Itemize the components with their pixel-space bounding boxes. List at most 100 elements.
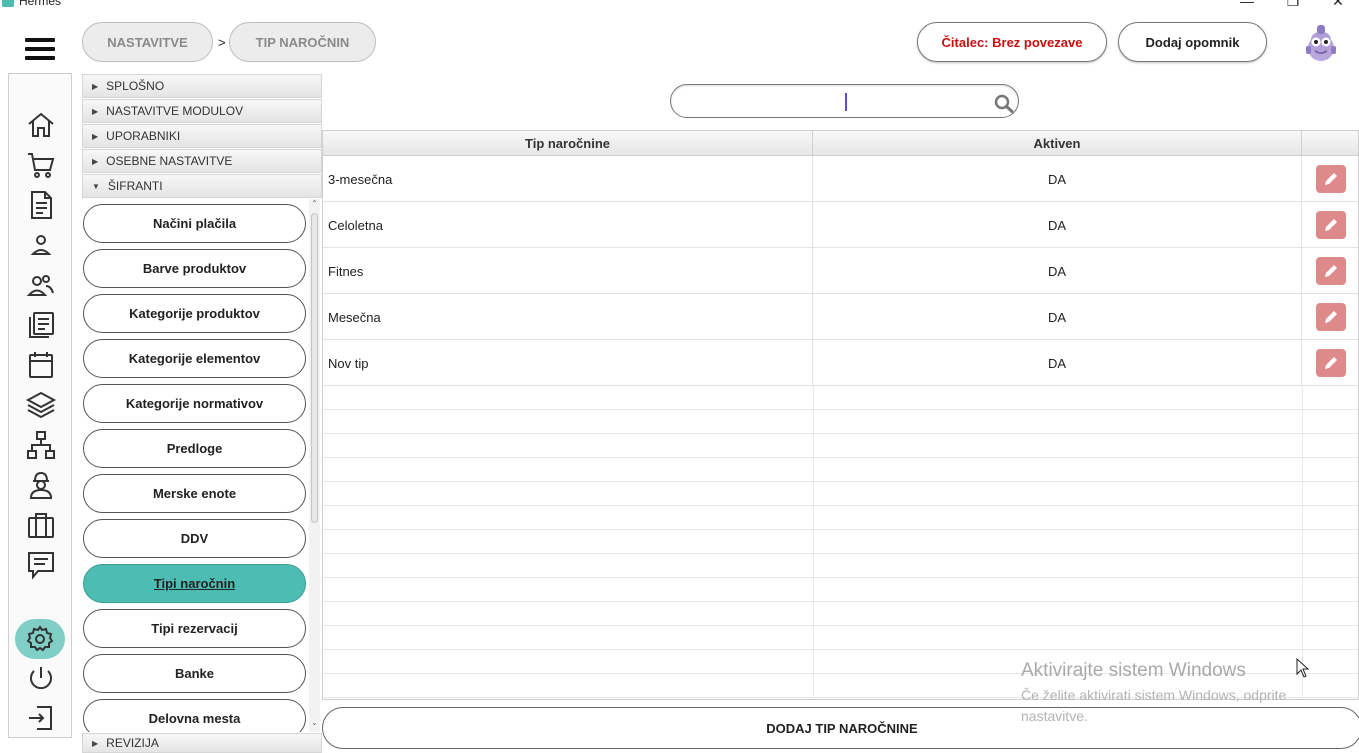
group-icon[interactable] bbox=[23, 268, 59, 302]
logout-icon[interactable] bbox=[23, 701, 59, 735]
table-row[interactable]: Celoletna DA bbox=[323, 202, 1358, 248]
worker-icon[interactable] bbox=[23, 468, 59, 502]
breadcrumb-separator: > bbox=[218, 35, 226, 50]
codebook-item-normative-categories[interactable]: Kategorije normativov bbox=[83, 384, 306, 423]
column-header-active[interactable]: Aktiven bbox=[813, 131, 1302, 156]
mouse-cursor-icon bbox=[1296, 658, 1310, 678]
codebook-item-subscription-types[interactable]: Tipi naročnin bbox=[83, 564, 306, 603]
tree-section-label: ŠIFRANTI bbox=[107, 179, 163, 193]
tree-section-label: SPLOŠNO bbox=[106, 79, 165, 93]
subscription-types-table: Tip naročnine Aktiven 3-mesečna DA Celol… bbox=[322, 130, 1359, 700]
briefcase-icon[interactable] bbox=[23, 508, 59, 542]
expand-arrow-icon: ▶ bbox=[92, 156, 99, 166]
search-input[interactable] bbox=[687, 91, 987, 113]
column-header-type[interactable]: Tip naročnine bbox=[323, 131, 813, 156]
add-reminder-button[interactable]: Dodaj opomnik bbox=[1118, 22, 1267, 62]
icon-rail bbox=[8, 73, 72, 738]
edit-button[interactable] bbox=[1316, 211, 1346, 239]
codebook-item-product-categories[interactable]: Kategorije produktov bbox=[83, 294, 306, 333]
table-row[interactable]: 3-mesečna DA bbox=[323, 156, 1358, 202]
menu-icon[interactable] bbox=[25, 38, 55, 60]
text-caret bbox=[845, 93, 847, 111]
pencil-icon bbox=[1325, 265, 1337, 277]
edit-button[interactable] bbox=[1316, 303, 1346, 331]
cell-type: Celoletna bbox=[323, 202, 813, 248]
reports-icon[interactable] bbox=[23, 308, 59, 342]
reader-status-button[interactable]: Čitalec: Brez povezave bbox=[917, 22, 1107, 62]
scroll-up-icon[interactable]: ⌃ bbox=[310, 199, 319, 208]
empty-table-row bbox=[323, 410, 1358, 434]
cell-type: 3-mesečna bbox=[323, 156, 813, 202]
codebook-item-vat[interactable]: DDV bbox=[83, 519, 306, 558]
search-icon[interactable] bbox=[993, 93, 1015, 113]
codebook-item-product-colors[interactable]: Barve produktov bbox=[83, 249, 306, 288]
activation-watermark-text: Če želite aktivirati sistem Windows, odp… bbox=[1021, 687, 1287, 724]
cell-active: DA bbox=[813, 294, 1302, 340]
tree-section-module-settings[interactable]: ▶ NASTAVITVE MODULOV bbox=[82, 99, 322, 123]
network-icon[interactable] bbox=[23, 428, 59, 462]
app-title: Hermes bbox=[19, 0, 62, 8]
codebook-item-templates[interactable]: Predloge bbox=[83, 429, 306, 468]
codebook-item-banks[interactable]: Banke bbox=[83, 654, 306, 693]
codebook-item-payment-methods[interactable]: Načini plačila bbox=[83, 204, 306, 243]
calendar-icon[interactable] bbox=[23, 348, 59, 382]
power-icon[interactable] bbox=[23, 661, 59, 695]
tree-section-label: REVIZIJA bbox=[106, 736, 159, 750]
tree-section-label: NASTAVITVE MODULOV bbox=[106, 104, 244, 118]
expand-arrow-icon: ▶ bbox=[92, 81, 99, 91]
pencil-icon bbox=[1325, 357, 1337, 369]
cell-type: Fitnes bbox=[323, 248, 813, 294]
tree-scrollbar[interactable]: ⌃ ⌄ bbox=[309, 199, 320, 732]
edit-button[interactable] bbox=[1316, 165, 1346, 193]
mascot-avatar-icon[interactable] bbox=[1300, 22, 1342, 64]
expand-arrow-icon: ▶ bbox=[92, 131, 99, 141]
gear-icon[interactable] bbox=[15, 619, 65, 659]
cell-active: DA bbox=[813, 248, 1302, 294]
breadcrumb-subscription-types[interactable]: TIP NAROČNIN bbox=[229, 22, 376, 62]
app-icon bbox=[2, 0, 14, 7]
scroll-thumb[interactable] bbox=[311, 213, 318, 523]
empty-table-row bbox=[323, 482, 1358, 506]
tree-section-revision[interactable]: ▶ REVIZIJA bbox=[82, 733, 322, 753]
search-box[interactable] bbox=[670, 84, 1019, 118]
edit-button[interactable] bbox=[1316, 257, 1346, 285]
empty-table-row bbox=[323, 554, 1358, 578]
codebook-item-element-categories[interactable]: Kategorije elementov bbox=[83, 339, 306, 378]
layers-icon[interactable] bbox=[23, 388, 59, 422]
tree-section-personal-settings[interactable]: ▶ OSEBNE NASTAVITVE bbox=[82, 149, 322, 173]
cell-actions bbox=[1302, 340, 1358, 386]
table-row[interactable]: Mesečna DA bbox=[323, 294, 1358, 340]
document-icon[interactable] bbox=[23, 188, 59, 222]
table-header: Tip naročnine Aktiven bbox=[323, 131, 1358, 156]
breadcrumb-settings[interactable]: NASTAVITVE bbox=[82, 22, 213, 62]
maximize-button[interactable]: ❐ bbox=[1283, 0, 1303, 10]
empty-table-row bbox=[323, 602, 1358, 626]
settings-tree: ▶ SPLOŠNO ▶ NASTAVITVE MODULOV ▶ UPORABNIKI… bbox=[82, 74, 322, 753]
person-icon[interactable] bbox=[23, 228, 59, 262]
empty-table-row bbox=[323, 506, 1358, 530]
table-row[interactable]: Fitnes DA bbox=[323, 248, 1358, 294]
minimize-button[interactable]: — bbox=[1237, 0, 1257, 9]
codebook-item-units[interactable]: Merske enote bbox=[83, 474, 306, 513]
pencil-icon bbox=[1325, 219, 1337, 231]
tree-section-general[interactable]: ▶ SPLOŠNO bbox=[82, 74, 322, 98]
cell-active: DA bbox=[813, 202, 1302, 248]
codebook-item-job-positions[interactable]: Delovna mesta bbox=[83, 699, 306, 732]
tree-section-users[interactable]: ▶ UPORABNIKI bbox=[82, 124, 322, 148]
edit-button[interactable] bbox=[1316, 349, 1346, 377]
table-row[interactable]: Nov tip DA bbox=[323, 340, 1358, 386]
cell-type: Nov tip bbox=[323, 340, 813, 386]
tree-section-codebooks[interactable]: ▼ ŠIFRANTI bbox=[82, 174, 322, 198]
pencil-icon bbox=[1325, 311, 1337, 323]
empty-table-row bbox=[323, 578, 1358, 602]
empty-table-row bbox=[323, 386, 1358, 410]
cell-actions bbox=[1302, 294, 1358, 340]
chat-icon[interactable] bbox=[23, 548, 59, 582]
close-button[interactable]: ✕ bbox=[1328, 0, 1348, 10]
home-icon[interactable] bbox=[23, 108, 59, 142]
expand-arrow-icon: ▶ bbox=[92, 106, 99, 116]
codebook-item-reservation-types[interactable]: Tipi rezervacij bbox=[83, 609, 306, 648]
empty-table-row bbox=[323, 530, 1358, 554]
cart-icon[interactable] bbox=[23, 148, 59, 182]
scroll-down-icon[interactable]: ⌄ bbox=[310, 718, 319, 727]
